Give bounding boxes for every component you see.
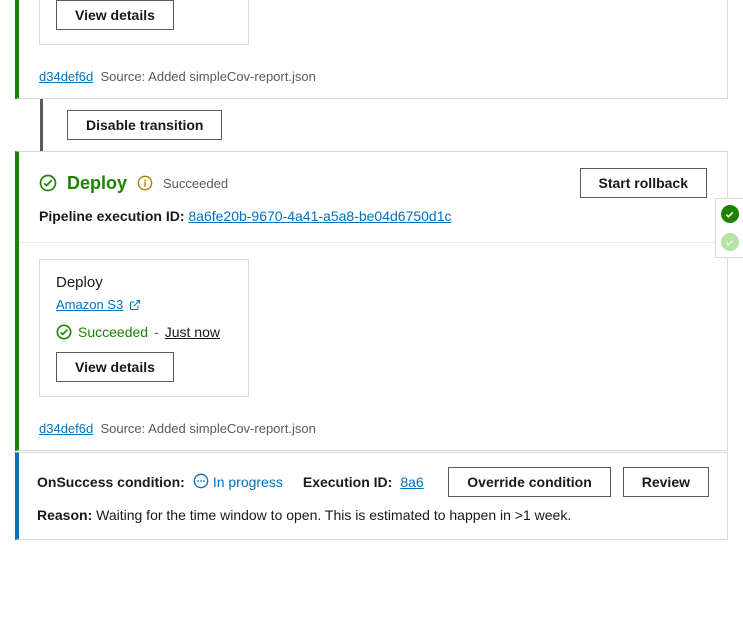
deploy-stage: Deploy Succeeded Start rollback Pipeline… [15,151,728,451]
execution-id-link[interactable]: 8a6fe20b-9670-4a41-a5a8-be04d6750d1c [188,208,451,224]
view-details-button[interactable]: View details [56,0,174,30]
external-link-icon [129,299,141,311]
action-title: Deploy [56,274,232,291]
review-button[interactable]: Review [623,467,709,497]
override-condition-button[interactable]: Override condition [448,467,610,497]
transition: Disable transition [40,99,743,151]
dash: - [154,324,159,340]
condition-row: OnSuccess condition: In progress Executi… [37,467,709,497]
reason-label: Reason: [37,507,92,523]
commit-row: d34def6d Source: Added simpleCov-report.… [19,57,727,84]
status-badges [715,198,743,258]
condition-status: In progress [193,473,283,492]
provider-link[interactable]: Amazon S3 [56,297,123,312]
action-time[interactable]: Just now [165,324,220,340]
condition-exec-id[interactable]: 8a6 [400,474,423,490]
inprogress-icon [193,473,209,492]
commit-message: Source: Added simpleCov-report.json [100,69,315,84]
stage-title: Deploy [67,173,127,194]
reason-text: Waiting for the time window to open. Thi… [96,507,571,523]
success-icon [56,324,72,340]
badge-pending-icon[interactable] [721,233,739,251]
stage-status-text: Succeeded [163,176,228,191]
reason-row: Reason: Waiting for the time window to o… [37,507,709,523]
stage-header: Deploy Succeeded Start rollback [19,152,727,204]
commit-link[interactable]: d34def6d [39,421,93,436]
condition-label: OnSuccess condition: [37,474,185,490]
execution-id-label: Pipeline execution ID: [39,208,184,224]
commit-link[interactable]: d34def6d [39,69,93,84]
success-icon [39,174,57,192]
condition-status-text: In progress [213,474,283,490]
start-rollback-button[interactable]: Start rollback [580,168,707,198]
info-icon[interactable] [137,175,153,191]
execution-id-row: Pipeline execution ID: 8a6fe20b-9670-4a4… [19,204,727,242]
action-card: View details [39,0,249,45]
condition-exec-label: Execution ID: [303,474,392,490]
commit-row: d34def6d Source: Added simpleCov-report.… [19,409,727,436]
badge-success-icon[interactable] [721,205,739,223]
onsuccess-condition: OnSuccess condition: In progress Executi… [15,452,728,540]
action-status: Succeeded [78,324,148,340]
deploy-action-card: Deploy Amazon S3 Succeeded - Just now [39,259,249,397]
transition-line [40,99,43,151]
view-details-button[interactable]: View details [56,352,174,382]
commit-message: Source: Added simpleCov-report.json [100,421,315,436]
disable-transition-button[interactable]: Disable transition [67,110,222,140]
previous-stage: View details d34def6d Source: Added simp… [15,0,728,99]
action-status-line: Succeeded - Just now [56,324,232,340]
